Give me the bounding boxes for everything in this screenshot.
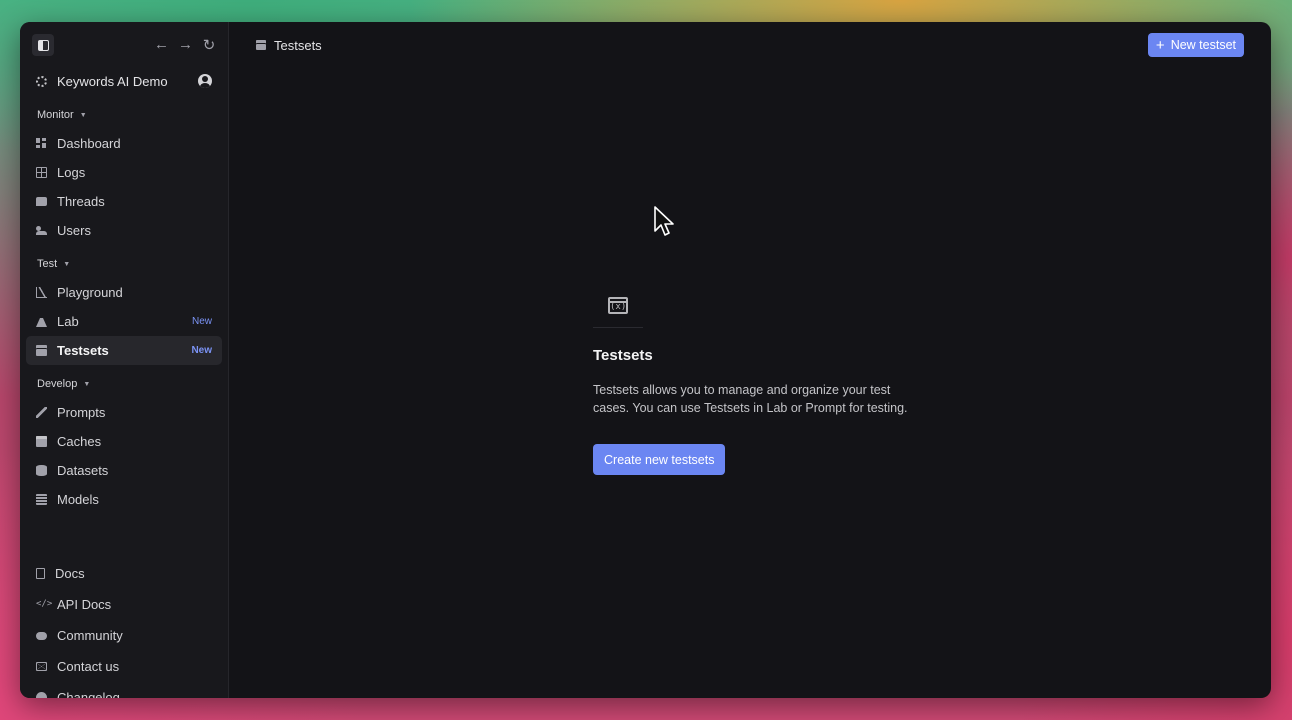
pencil-icon <box>36 407 47 418</box>
sidebar-item-changelog[interactable]: Changelog <box>26 682 222 698</box>
sidebar-item-label: Changelog <box>57 690 120 698</box>
sidebar-item-testsets[interactable]: Testsets New <box>26 336 222 365</box>
archive-icon <box>36 436 47 447</box>
sidebar-item-label: Models <box>57 492 99 507</box>
sidebar-item-label: Threads <box>57 194 105 209</box>
playground-icon <box>36 287 47 298</box>
sidebar: ← → ↻ Keywords AI Demo Monitor ▼ Dashboar… <box>20 22 229 698</box>
sidebar-item-lab[interactable]: Lab New <box>26 307 222 336</box>
sidebar-item-contact-us[interactable]: Contact us <box>26 651 222 682</box>
empty-state-description: Testsets allows you to manage and organi… <box>593 383 908 415</box>
section-test-label: Test <box>37 258 58 270</box>
sidebar-item-users[interactable]: Users <box>26 216 222 245</box>
changelog-icon <box>36 692 47 698</box>
sidebar-item-label: Logs <box>57 165 86 180</box>
sidebar-toggle-icon[interactable] <box>32 34 54 56</box>
sidebar-item-label: Playground <box>57 285 123 300</box>
sidebar-item-models[interactable]: Models <box>26 485 222 514</box>
sidebar-item-community[interactable]: Community <box>26 620 222 651</box>
plus-icon: + <box>1155 36 1165 54</box>
top-bar: Testsets + New testset <box>229 22 1271 68</box>
app-window: ← → ↻ Keywords AI Demo Monitor ▼ Dashboar… <box>20 22 1271 698</box>
create-new-testsets-button[interactable]: Create new testsets <box>593 444 726 475</box>
history-nav: ← → ↻ <box>154 36 216 54</box>
testsets-icon <box>256 40 266 50</box>
variable-frame-icon: (x) <box>608 297 628 314</box>
mouse-cursor-icon <box>654 206 674 236</box>
mail-icon <box>36 662 47 671</box>
new-testset-button[interactable]: + New testset <box>1147 33 1244 57</box>
table-icon <box>36 167 47 178</box>
breadcrumb-label: Testsets <box>274 37 322 53</box>
sidebar-item-playground[interactable]: Playground <box>26 278 222 307</box>
new-badge: New <box>191 316 212 327</box>
empty-state-title: Testsets <box>593 347 653 364</box>
empty-state: (x) Testsets Testsets allows you to mana… <box>593 284 913 475</box>
sidebar-item-label: Community <box>57 628 123 643</box>
new-badge: New <box>191 345 212 356</box>
main-content: Testsets + New testset (x) Testsets Test… <box>229 22 1271 698</box>
sidebar-item-api-docs[interactable]: </> API Docs <box>26 589 222 620</box>
user-avatar-icon[interactable] <box>198 74 212 88</box>
flask-icon <box>36 316 47 327</box>
org-name: Keywords AI Demo <box>57 73 168 89</box>
users-icon <box>36 225 47 236</box>
caret-down-icon: ▼ <box>83 380 91 388</box>
dashboard-icon <box>36 138 47 149</box>
sidebar-item-threads[interactable]: Threads <box>26 187 222 216</box>
discord-icon <box>36 631 47 640</box>
sidebar-item-prompts[interactable]: Prompts <box>26 398 222 427</box>
sidebar-bottom-links: Docs </> API Docs Community Contact us Ch… <box>20 558 228 698</box>
new-testset-button-label: New testset <box>1170 38 1236 52</box>
section-develop-label: Develop <box>37 378 78 390</box>
chat-icon <box>36 197 47 206</box>
testsets-icon <box>36 345 47 356</box>
sidebar-item-dashboard[interactable]: Dashboard <box>26 129 222 158</box>
sidebar-item-label: Contact us <box>57 659 120 674</box>
sidebar-item-datasets[interactable]: Datasets <box>26 456 222 485</box>
sidebar-item-label: Lab <box>57 314 79 329</box>
sidebar-top-bar: ← → ↻ <box>20 22 228 68</box>
forward-arrow-icon[interactable]: → <box>178 36 193 54</box>
sidebar-item-label: Users <box>57 223 91 238</box>
database-icon <box>36 465 47 476</box>
empty-state-icon-wrap: (x) <box>593 284 643 328</box>
caret-down-icon: ▼ <box>63 260 71 268</box>
sidebar-item-label: Docs <box>55 566 85 581</box>
document-icon <box>36 568 45 579</box>
sidebar-item-caches[interactable]: Caches <box>26 427 222 456</box>
sidebar-item-label: Testsets <box>57 343 109 358</box>
sidebar-item-logs[interactable]: Logs <box>26 158 222 187</box>
sidebar-item-label: Datasets <box>57 463 109 478</box>
back-arrow-icon[interactable]: ← <box>154 36 169 54</box>
sidebar-item-label: Caches <box>57 434 102 449</box>
org-switcher[interactable]: Keywords AI Demo <box>26 68 222 94</box>
section-develop[interactable]: Develop ▼ <box>20 374 228 394</box>
section-monitor[interactable]: Monitor ▼ <box>20 105 228 125</box>
breadcrumb: Testsets <box>256 38 322 53</box>
code-icon: </> <box>36 599 53 609</box>
gear-icon <box>36 75 47 87</box>
section-test[interactable]: Test ▼ <box>20 254 228 274</box>
sidebar-item-label: Dashboard <box>57 136 121 151</box>
section-monitor-label: Monitor <box>37 109 74 121</box>
sidebar-item-label: Prompts <box>57 405 106 420</box>
list-icon <box>36 494 47 505</box>
caret-down-icon: ▼ <box>79 111 87 119</box>
sidebar-item-docs[interactable]: Docs <box>26 558 222 589</box>
sidebar-item-label: API Docs <box>57 597 112 612</box>
reload-icon[interactable]: ↻ <box>202 36 216 54</box>
